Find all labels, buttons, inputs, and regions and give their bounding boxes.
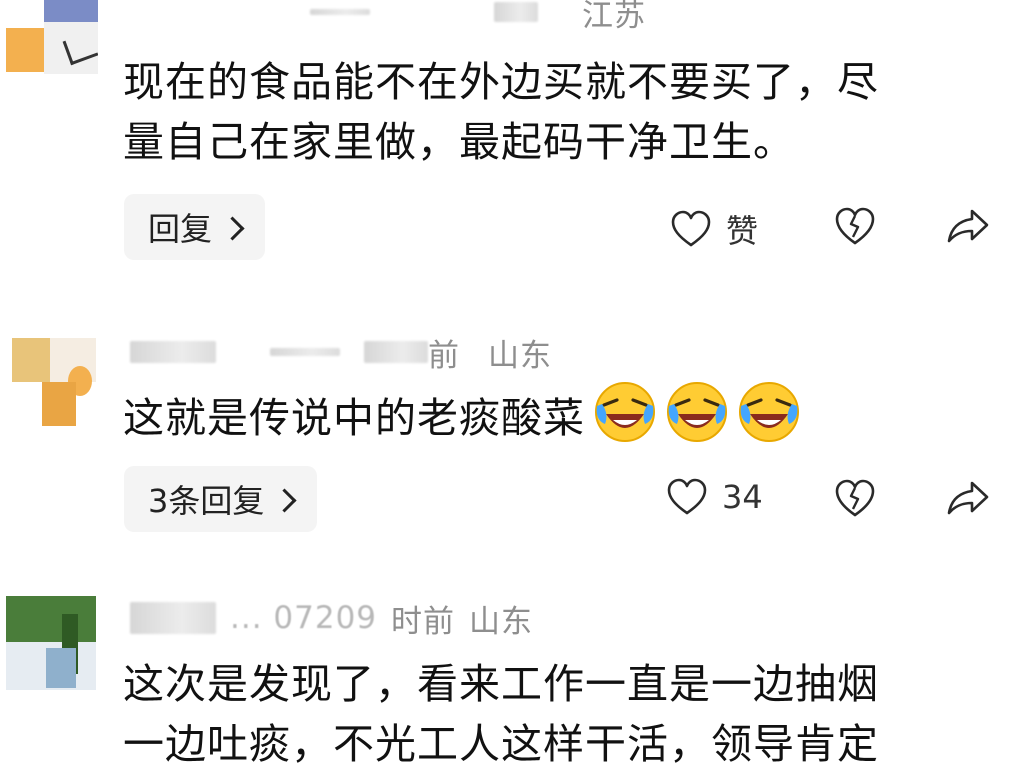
- username-redacted: [310, 9, 370, 15]
- avatar[interactable]: [6, 338, 98, 428]
- comment-text: 现在的食品能不在外边买就不要买了，尽 量自己在家里做，最起码干净卫生。: [123, 52, 1003, 172]
- broken-heart-icon: [834, 478, 876, 518]
- laughing-crying-emoji: [665, 380, 729, 444]
- location: 山东: [488, 337, 552, 374]
- comment-text-line: 现在的食品能不在外边买就不要买了，尽: [123, 58, 879, 106]
- laughing-crying-emoji: [593, 380, 657, 444]
- dislike-button[interactable]: [834, 478, 876, 518]
- share-arrow-icon: [946, 208, 990, 244]
- username-redacted: [130, 341, 216, 363]
- comment-text: 这次是发现了，看来工作一直是一边抽烟 一边吐痰，不光工人这样干活，领导肯定: [123, 654, 1003, 774]
- reply-label: 回复: [148, 210, 213, 248]
- id-redacted: [270, 348, 340, 356]
- comment-meta: 江苏: [130, 0, 646, 34]
- user-id-partial: ... 07209: [230, 600, 378, 636]
- share-arrow-icon: [946, 480, 990, 516]
- avatar[interactable]: [6, 0, 98, 78]
- comment-item: 前 山东 这就是传说中的老痰酸菜 3条回复 34: [0, 320, 1036, 580]
- comment-text-line: 量自己在家里做，最起码干净卫生。: [123, 118, 795, 166]
- dislike-button[interactable]: [834, 206, 876, 246]
- comment-text-line: 这就是传说中的老痰酸菜: [123, 394, 585, 442]
- chevron-right-icon: [220, 215, 245, 241]
- comment-text: 这就是传说中的老痰酸菜: [123, 380, 1003, 448]
- id-redacted: [494, 2, 538, 22]
- reply-button[interactable]: 3条回复: [124, 466, 318, 532]
- chevron-right-icon: [272, 487, 297, 513]
- avatar[interactable]: [6, 596, 98, 692]
- location: 江苏: [582, 0, 646, 34]
- comment-meta: ... 07209 时前 山东: [130, 598, 534, 640]
- username-redacted: [130, 602, 216, 634]
- comment-item: 江苏 现在的食品能不在外边买就不要买了，尽 量自己在家里做，最起码干净卫生。 回…: [0, 0, 1036, 300]
- reply-label: 3条回复: [148, 482, 265, 520]
- laughing-crying-emoji: [737, 380, 801, 444]
- location: 山东: [469, 603, 534, 640]
- like-button[interactable]: 34: [666, 478, 763, 516]
- comment-text-line: 一边吐痰，不光工人这样干活，领导肯定: [123, 720, 879, 768]
- reply-button[interactable]: 回复: [124, 194, 266, 260]
- comment-text-line: 这次是发现了，看来工作一直是一边抽烟: [123, 660, 879, 708]
- like-count: 34: [722, 478, 763, 516]
- share-button[interactable]: [946, 480, 990, 516]
- like-button[interactable]: 赞: [670, 206, 758, 252]
- time: 时前: [391, 603, 456, 640]
- time-suffix: 前: [428, 337, 460, 374]
- heart-outline-icon: [670, 210, 712, 248]
- time-redacted: [364, 341, 428, 363]
- comment-item: ... 07209 时前 山东 这次是发现了，看来工作一直是一边抽烟 一边吐痰，…: [0, 590, 1036, 769]
- heart-outline-icon: [666, 478, 708, 516]
- broken-heart-icon: [834, 206, 876, 246]
- comment-meta: 前 山东: [130, 332, 552, 374]
- share-button[interactable]: [946, 208, 990, 244]
- like-label: 赞: [726, 212, 759, 250]
